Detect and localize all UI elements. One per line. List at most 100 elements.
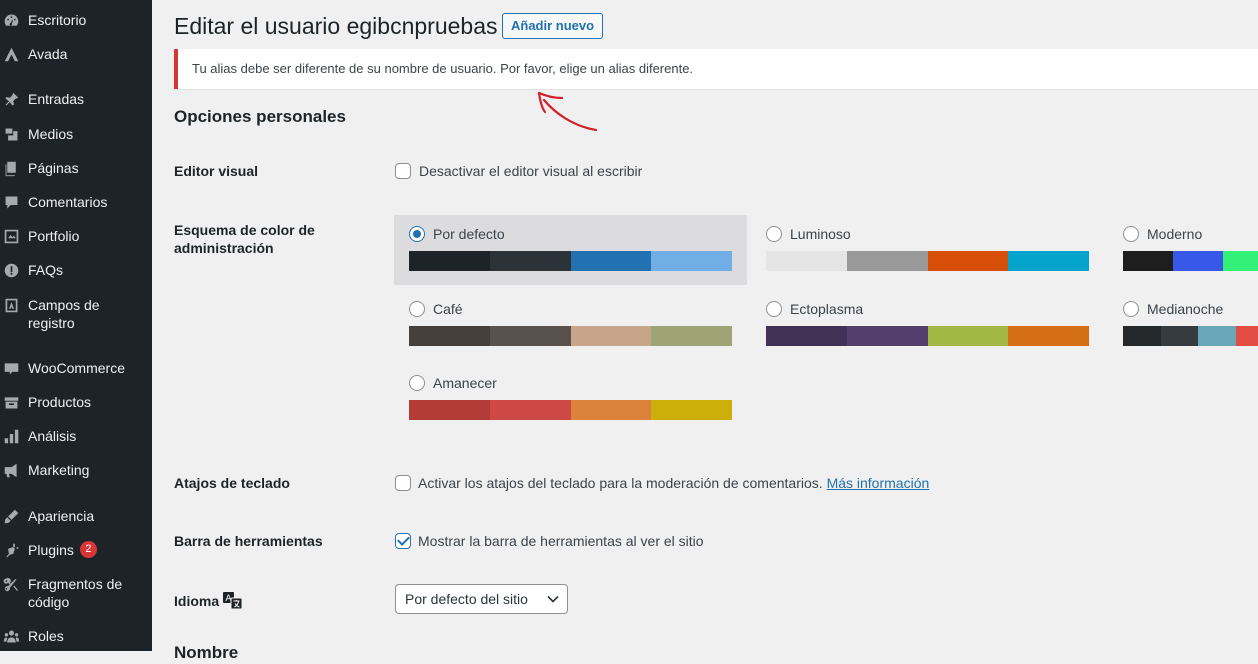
- color-swatches: [1123, 326, 1258, 346]
- media-icon: [2, 125, 20, 143]
- sidebar-item-label: WooCommerce: [28, 359, 143, 377]
- add-new-button[interactable]: Añadir nuevo: [502, 13, 603, 39]
- sidebar-item-woocommerce[interactable]: WooCommerce: [0, 359, 152, 377]
- color-scheme-moderno[interactable]: Moderno: [1108, 215, 1258, 285]
- color-swatch: [571, 326, 652, 346]
- color-swatch: [409, 251, 490, 271]
- main-content: Editar el usuario egibcnpruebas Añadir n…: [152, 0, 1258, 651]
- sidebar-item-escritorio[interactable]: Escritorio: [0, 11, 152, 29]
- sidebar-item-label: Fragmentos de código: [28, 575, 143, 611]
- sidebar-item-marketing[interactable]: Marketing: [0, 461, 152, 479]
- pin-icon: [2, 90, 20, 108]
- error-notice: Tu alias debe ser diferente de su nombre…: [174, 49, 1258, 89]
- sidebar-item-label: Apariencia: [28, 507, 143, 525]
- sidebar-item-label: Páginas: [28, 159, 143, 177]
- color-swatch: [571, 251, 652, 271]
- color-swatch: [1161, 326, 1199, 346]
- chevron-down-icon: [547, 594, 559, 604]
- sidebar-item-label: Entradas: [28, 90, 143, 108]
- color-scheme-radio[interactable]: [1123, 226, 1139, 242]
- color-swatch: [490, 400, 571, 420]
- keyboard-shortcuts-label: Atajos de teclado: [174, 474, 364, 492]
- color-scheme-ectoplasma[interactable]: Ectoplasma: [751, 290, 1104, 360]
- sidebar-item-label: Marketing: [28, 461, 143, 479]
- color-swatch: [847, 251, 928, 271]
- pages-icon: [2, 159, 20, 177]
- sidebar-item-label: Escritorio: [28, 11, 143, 29]
- next-section-title: Nombre: [174, 642, 238, 664]
- sidebar-item-apariencia[interactable]: Apariencia: [0, 507, 152, 525]
- color-swatch: [490, 251, 571, 271]
- dashboard-icon: [2, 11, 20, 29]
- megaphone-icon: [2, 461, 20, 479]
- color-swatches: [766, 326, 1089, 346]
- color-scheme-radio[interactable]: [409, 375, 425, 391]
- plugins-icon: [2, 541, 20, 559]
- sidebar-item-productos[interactable]: Productos: [0, 393, 152, 411]
- sidebar-item-fragmentos-de-codigo[interactable]: Fragmentos de código: [0, 575, 152, 611]
- more-info-link[interactable]: Más información: [827, 475, 930, 491]
- color-scheme-cafe[interactable]: Café: [394, 290, 747, 360]
- language-label: Idioma: [174, 592, 364, 610]
- color-swatches: [409, 251, 732, 271]
- color-swatch: [1008, 251, 1089, 271]
- sidebar-item-label: Productos: [28, 393, 143, 411]
- visual-editor-option-text: Desactivar el editor visual al escribir: [419, 162, 642, 180]
- toolbar-option-text: Mostrar la barra de herramientas al ver …: [418, 532, 704, 550]
- section-title: Opciones personales: [174, 106, 346, 128]
- sidebar-item-campos-de-registro[interactable]: Campos de registro: [0, 296, 152, 332]
- color-swatches: [409, 326, 732, 346]
- color-swatches: [409, 400, 732, 420]
- keyboard-shortcuts-option-text: Activar los atajos del teclado para la m…: [418, 475, 823, 491]
- color-scheme-name: Luminoso: [790, 225, 851, 243]
- color-scheme-label: Esquema de color de administración: [174, 221, 364, 257]
- color-swatches: [766, 251, 1089, 271]
- color-scheme-radio[interactable]: [409, 301, 425, 317]
- color-scheme-name: Por defecto: [433, 225, 505, 243]
- sidebar-item-analisis[interactable]: Análisis: [0, 427, 152, 445]
- sidebar-item-label: Portfolio: [28, 227, 143, 245]
- fields-icon: [2, 296, 20, 314]
- snippets-icon: [2, 575, 20, 593]
- color-scheme-radio[interactable]: [766, 226, 782, 242]
- color-scheme-luminoso[interactable]: Luminoso: [751, 215, 1104, 285]
- color-swatch: [1198, 326, 1236, 346]
- color-scheme-name: Moderno: [1147, 225, 1202, 243]
- toolbar-checkbox[interactable]: [395, 533, 411, 549]
- color-scheme-radio[interactable]: [1123, 301, 1139, 317]
- sidebar-item-faqs[interactable]: FAQs: [0, 261, 152, 279]
- sidebar-item-paginas[interactable]: Páginas: [0, 159, 152, 177]
- products-icon: [2, 393, 20, 411]
- color-swatch: [1123, 326, 1161, 346]
- color-scheme-radio[interactable]: [766, 301, 782, 317]
- sidebar-item-roles[interactable]: Roles: [0, 627, 152, 645]
- sidebar-item-comentarios[interactable]: Comentarios: [0, 193, 152, 211]
- color-scheme-por-defecto[interactable]: Por defecto: [394, 215, 747, 285]
- sidebar-item-portfolio[interactable]: Portfolio: [0, 227, 152, 245]
- keyboard-shortcuts-checkbox[interactable]: [395, 475, 411, 491]
- hand-drawn-arrow-icon: [532, 88, 602, 134]
- toolbar-label: Barra de herramientas: [174, 532, 364, 550]
- sidebar-item-plugins[interactable]: Plugins2: [0, 541, 152, 559]
- appearance-icon: [2, 507, 20, 525]
- visual-editor-checkbox[interactable]: [395, 163, 411, 179]
- keyboard-shortcuts-option: Activar los atajos del teclado para la m…: [418, 474, 929, 492]
- color-scheme-medianoche[interactable]: Medianoche: [1108, 290, 1258, 360]
- color-swatch: [766, 326, 847, 346]
- color-swatch: [1008, 326, 1089, 346]
- sidebar-item-avada[interactable]: Avada: [0, 45, 152, 63]
- language-select[interactable]: Por defecto del sitio: [395, 584, 568, 614]
- sidebar-item-label: Avada: [28, 45, 143, 63]
- sidebar-item-entradas[interactable]: Entradas: [0, 90, 152, 108]
- color-scheme-radio[interactable]: [409, 226, 425, 242]
- color-swatch: [1173, 251, 1223, 271]
- color-swatch: [571, 400, 652, 420]
- admin-sidebar: Escritorio Avada Entradas Medios Páginas…: [0, 0, 152, 651]
- color-scheme-amanecer[interactable]: Amanecer: [394, 364, 747, 434]
- color-swatch: [651, 326, 732, 346]
- analytics-icon: [2, 427, 20, 445]
- color-swatch: [409, 400, 490, 420]
- color-swatch: [1236, 326, 1258, 346]
- translate-icon: A: [223, 592, 243, 610]
- sidebar-item-medios[interactable]: Medios: [0, 125, 152, 143]
